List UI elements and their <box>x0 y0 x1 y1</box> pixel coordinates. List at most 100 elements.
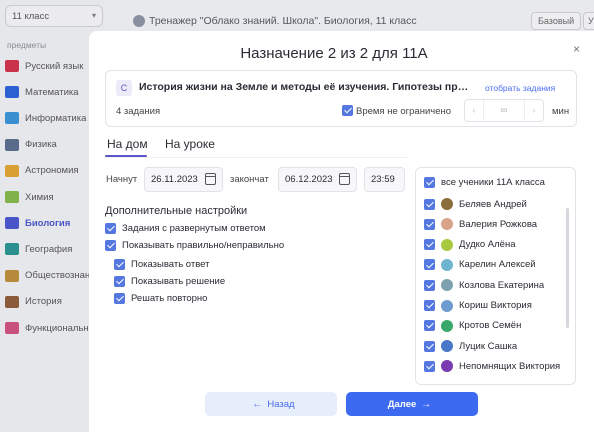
student-row[interactable]: Кориш Виктория <box>424 299 532 312</box>
sidebar-item-label: Функциональная <box>25 322 100 334</box>
checkbox[interactable] <box>114 259 125 270</box>
avatar <box>441 198 453 210</box>
checkbox[interactable] <box>424 177 435 188</box>
sidebar-item-subject[interactable]: История <box>5 293 62 311</box>
avatar <box>441 340 453 353</box>
students-list: все ученики 11А класса Беляев Андрей Вале… <box>415 167 576 385</box>
avatar <box>441 258 453 271</box>
level-pill[interactable]: Базовый <box>531 12 581 30</box>
assignment-modal: Назначение 2 из 2 для 11А × С История жи… <box>89 31 594 432</box>
student-name: Дудко Алёна <box>459 239 516 251</box>
avatar <box>441 360 453 373</box>
tasks-count: 4 задания <box>116 106 161 117</box>
select-tasks-link[interactable]: отобрать задания <box>485 83 555 93</box>
option-extended-answer[interactable]: Задания с развернутым ответом <box>105 223 266 234</box>
back-button[interactable]: ← Назад <box>205 392 337 416</box>
sidebar-item-label: Математика <box>25 86 79 98</box>
checkbox[interactable] <box>424 259 435 271</box>
tab-in-class[interactable]: На уроке <box>165 137 215 151</box>
avatar <box>441 299 453 312</box>
start-date-input[interactable]: 26.11.2023 <box>144 167 223 192</box>
student-name: Беляев Андрей <box>459 198 527 210</box>
sidebar-item-label: Информатика <box>25 112 87 124</box>
student-row[interactable]: Непомнящих Виктория <box>424 360 560 373</box>
checkbox[interactable] <box>424 239 435 251</box>
student-row[interactable]: Луцик Сашка <box>424 340 517 353</box>
sidebar-item-label: Русский язык <box>25 60 84 72</box>
select-all-students[interactable]: все ученики 11А класса <box>424 177 545 188</box>
level-pill-2[interactable]: У <box>583 12 594 30</box>
checkbox[interactable] <box>424 279 435 291</box>
tab-homework[interactable]: На дом <box>107 137 148 151</box>
option-retry[interactable]: Решать повторно <box>114 293 207 304</box>
sidebar-item-subject[interactable]: Математика <box>5 83 79 101</box>
sidebar-item-subject[interactable]: Биология <box>5 214 70 232</box>
checkbox[interactable] <box>424 300 435 311</box>
checkbox[interactable] <box>424 340 435 352</box>
option-show-correctness[interactable]: Показывать правильно/неправильно <box>105 240 284 251</box>
sidebar-item-subject[interactable]: Информатика <box>5 109 86 127</box>
chevron-right-icon[interactable]: › <box>525 106 543 115</box>
sidebar-item-subject[interactable]: Обществознание <box>5 267 101 285</box>
tab-active-indicator <box>105 155 147 157</box>
time-value: ∞ <box>483 100 525 121</box>
back-label: Назад <box>267 398 295 410</box>
sidebar-item-subject[interactable]: Функциональная <box>5 319 99 337</box>
chevron-left-icon[interactable]: ‹ <box>465 106 483 115</box>
student-row[interactable]: Дудко Алёна <box>424 238 516 251</box>
sidebar-item-label: Астрономия <box>25 165 79 177</box>
time-unlimited-label: Время не ограничено <box>356 106 452 117</box>
student-row[interactable]: Карелин Алексей <box>424 258 536 271</box>
topic-badge: С <box>116 80 132 96</box>
student-row[interactable]: Козлова Екатерина <box>424 279 544 292</box>
student-row[interactable]: Кротов Семён <box>424 319 522 332</box>
option-show-solution[interactable]: Показывать решение <box>114 276 225 287</box>
students-head-label: все ученики 11А класса <box>441 177 545 188</box>
sidebar-item-label: География <box>25 243 73 255</box>
end-date-input[interactable]: 06.12.2023 <box>278 167 357 192</box>
close-icon[interactable]: × <box>573 42 580 56</box>
sidebar-item-label: Биология <box>25 217 71 229</box>
scrollbar[interactable] <box>566 208 569 328</box>
sidebar-item-subject[interactable]: Химия <box>5 188 54 206</box>
sidebar-item-subject[interactable]: География <box>5 240 72 258</box>
checkbox[interactable] <box>114 293 125 304</box>
tabs-divider <box>105 157 407 158</box>
start-label: Начнут <box>106 174 138 185</box>
checkbox[interactable] <box>424 360 435 372</box>
next-button[interactable]: Далее → <box>346 392 478 416</box>
avatar <box>441 218 453 231</box>
option-show-answer[interactable]: Показывать ответ <box>114 259 209 270</box>
checkbox[interactable] <box>424 218 435 230</box>
sidebar-item-subject[interactable]: Физика <box>5 136 57 154</box>
subject-icon <box>5 243 19 256</box>
checkbox[interactable] <box>114 276 125 287</box>
student-name: Кориш Виктория <box>459 300 532 311</box>
chevron-down-icon: ▾ <box>91 11 96 20</box>
subject-icon <box>5 138 19 151</box>
time-unlimited-checkbox[interactable] <box>342 105 353 116</box>
sidebar-item-subject[interactable]: Астрономия <box>5 162 79 180</box>
sidebar-item-subject[interactable]: Русский язык <box>5 57 83 75</box>
checkbox[interactable] <box>424 320 435 332</box>
end-time-input[interactable]: 23:59 <box>364 167 405 192</box>
checkbox[interactable] <box>105 223 116 234</box>
checkbox[interactable] <box>424 198 435 210</box>
avatar <box>441 279 453 292</box>
sidebar-item-label: Физика <box>25 139 57 151</box>
option-label: Показывать ответ <box>131 259 210 270</box>
class-select[interactable]: 11 класс ▾ <box>5 5 103 27</box>
topic-title: История жизни на Земле и методы её изуче… <box>139 81 469 93</box>
end-time-value: 23:59 <box>371 174 395 185</box>
time-stepper[interactable]: ‹ ∞ › <box>464 99 544 122</box>
end-date-value: 06.12.2023 <box>285 174 333 185</box>
settings-title: Дополнительные настройки <box>105 205 248 217</box>
check-icon <box>133 15 145 27</box>
arrow-right-icon: → <box>421 398 432 410</box>
modal-title: Назначение 2 из 2 для 11А <box>240 45 428 62</box>
checkbox[interactable] <box>105 240 116 251</box>
student-name: Карелин Алексей <box>459 259 536 271</box>
student-row[interactable]: Валерия Рожкова <box>424 218 537 231</box>
student-row[interactable]: Беляев Андрей <box>424 198 527 210</box>
student-name: Кротов Семён <box>459 320 522 332</box>
